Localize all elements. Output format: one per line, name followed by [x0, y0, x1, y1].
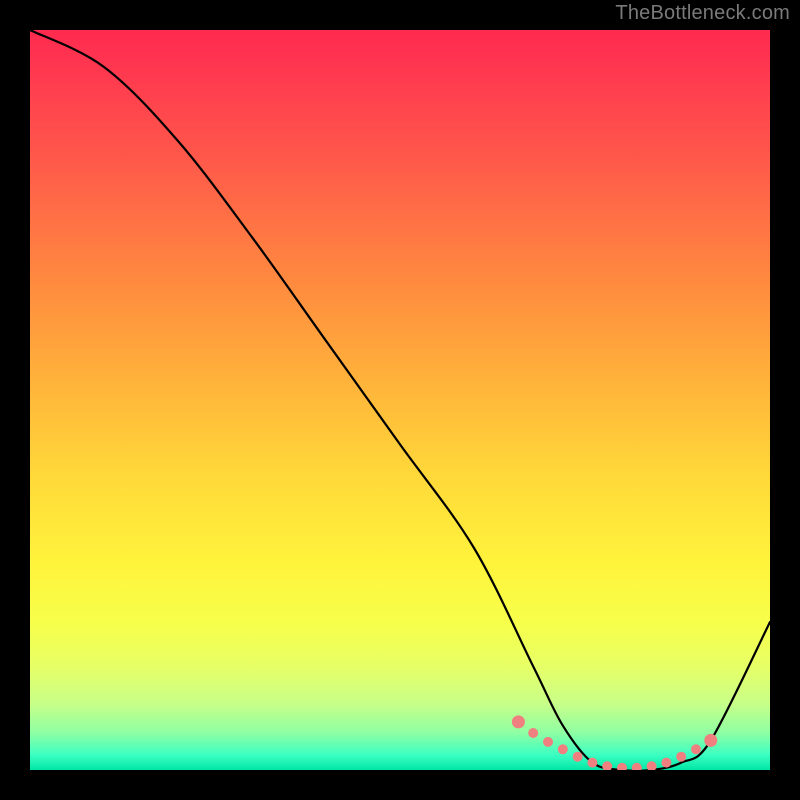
sweet-spot-dot — [587, 758, 597, 768]
sweet-spot-dot — [543, 737, 553, 747]
sweet-spot-dot — [691, 744, 701, 754]
sweet-spot-dot — [558, 744, 568, 754]
sweet-spot-dot — [617, 763, 627, 770]
sweet-spot-dot — [573, 752, 583, 762]
sweet-spot-dot — [602, 761, 612, 770]
sweet-spot-dot — [704, 734, 717, 747]
bottleneck-curve-path — [30, 30, 770, 770]
watermark-text: TheBottleneck.com — [615, 2, 790, 25]
sweet-spot-dot — [661, 758, 671, 768]
sweet-spot-dot — [647, 761, 657, 770]
sweet-spot-dot — [676, 752, 686, 762]
sweet-spot-dot — [528, 728, 538, 738]
sweet-spot-dot — [512, 715, 525, 728]
chart-frame: TheBottleneck.com — [0, 0, 800, 800]
curve-layer — [30, 30, 770, 770]
sweet-spot-dot — [632, 763, 642, 770]
plot-area — [30, 30, 770, 770]
